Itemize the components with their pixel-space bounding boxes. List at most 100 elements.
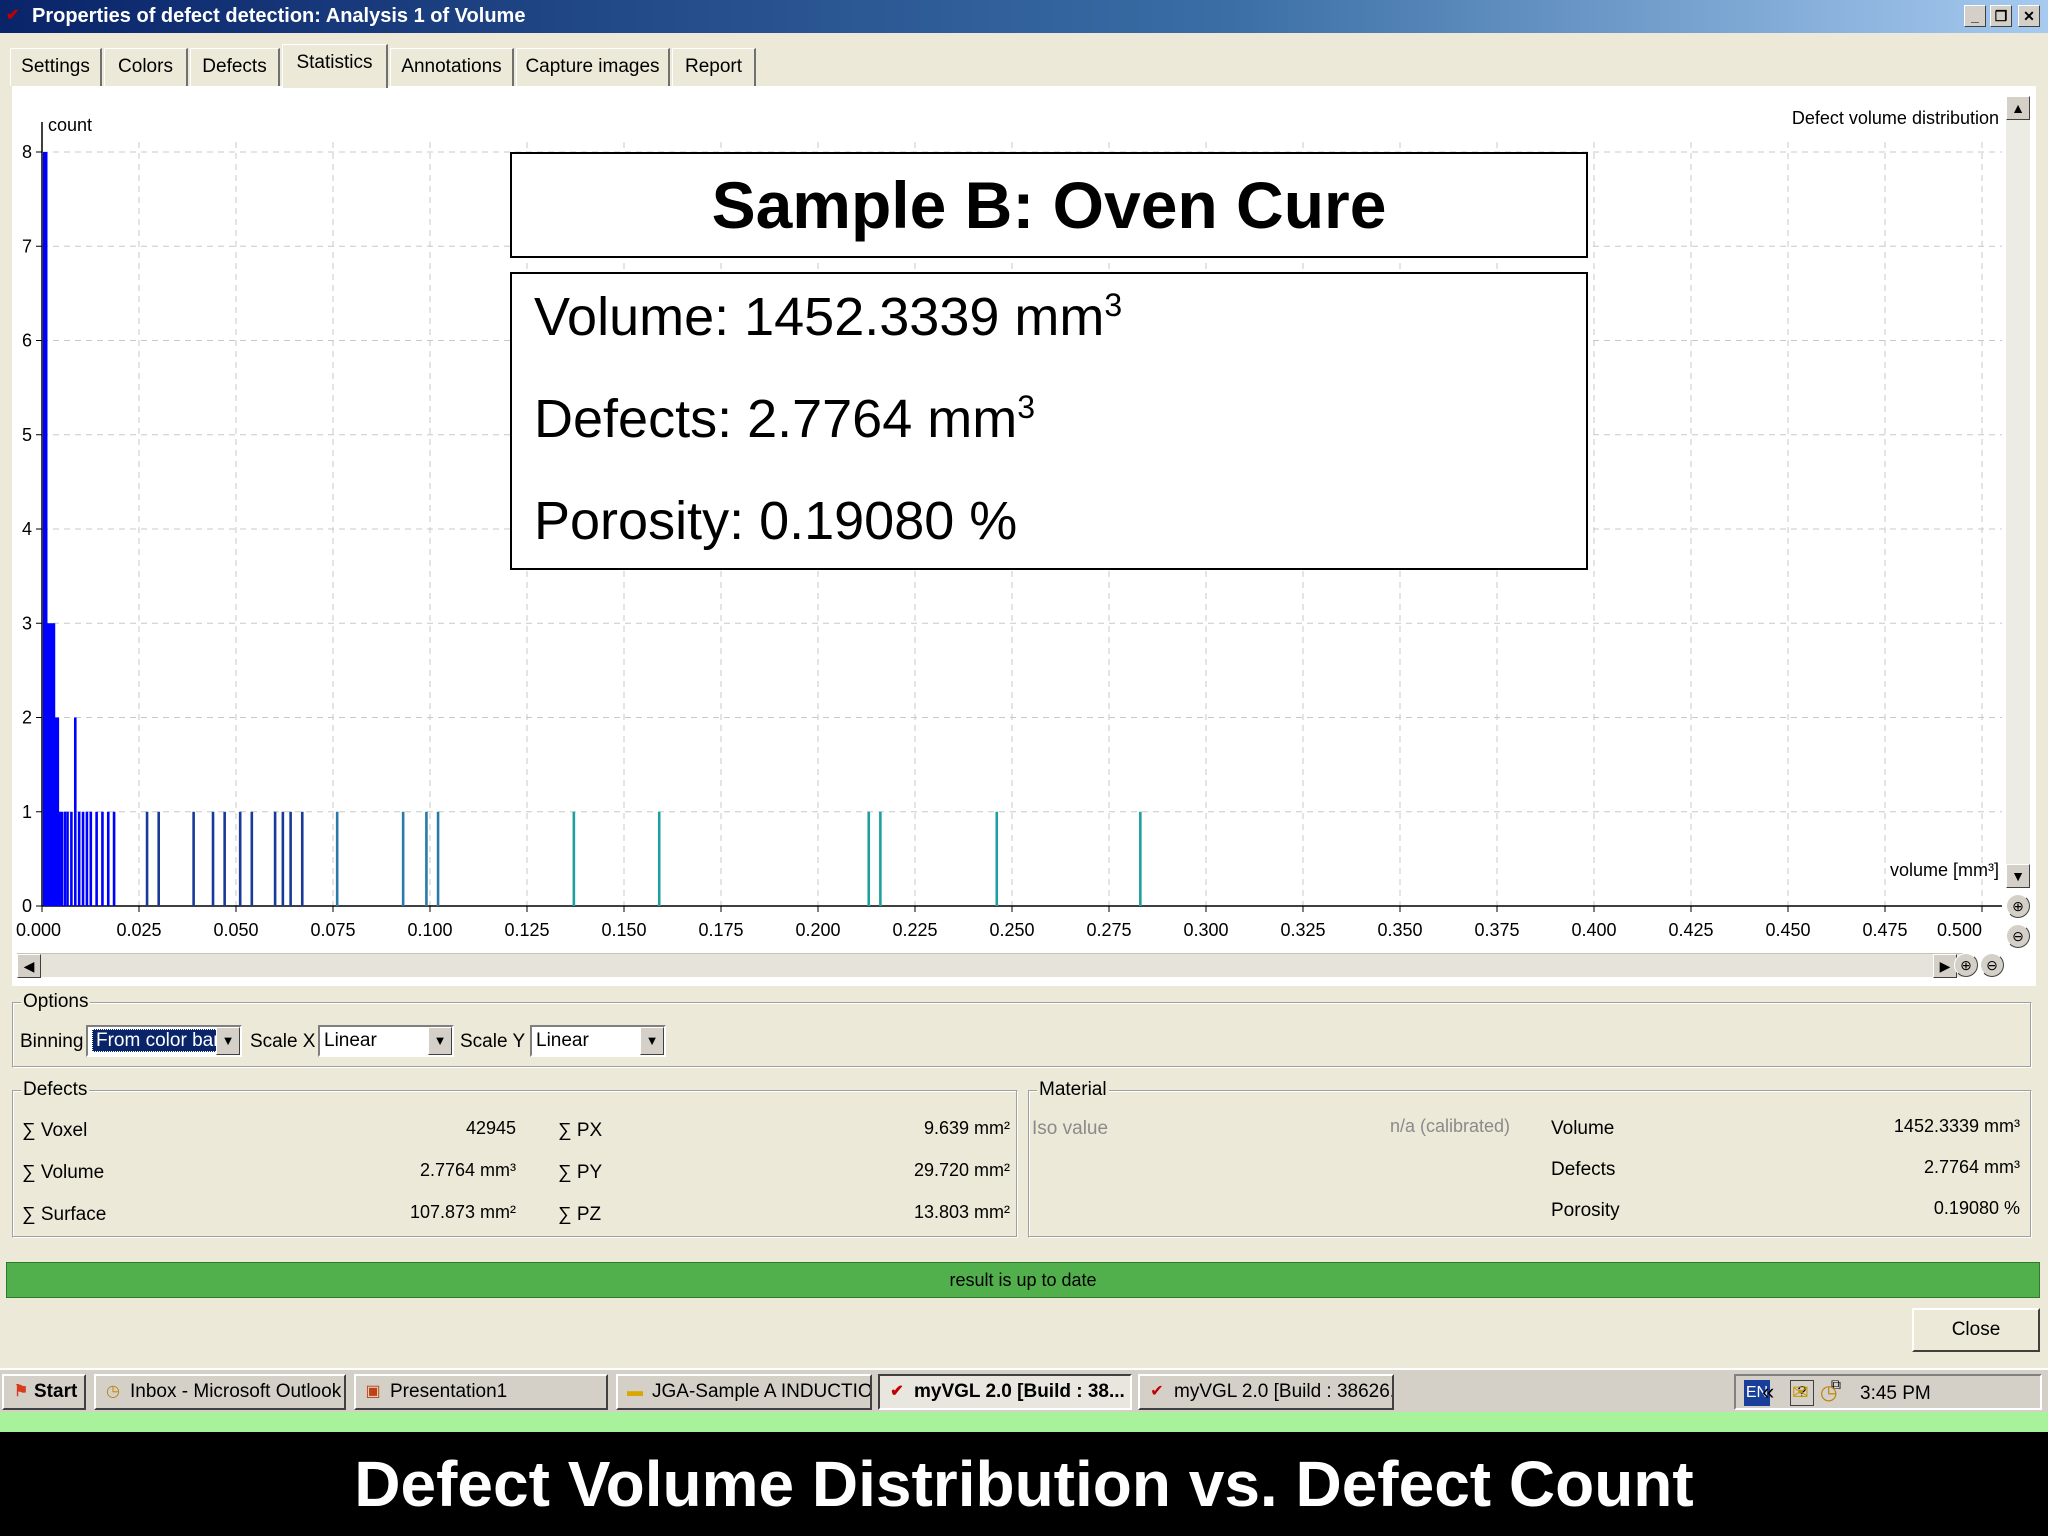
scale-x-value: Linear	[324, 1030, 377, 1051]
x-tick-label: 0.425	[1668, 920, 1713, 940]
zoom-in-y-icon[interactable]: ⊕	[2006, 894, 2030, 918]
x-tick-label: 0.300	[1183, 920, 1228, 940]
defects-pz-label: ∑ PZ	[558, 1204, 602, 1225]
tab-report[interactable]: Report	[672, 48, 756, 86]
scale-x-select[interactable]: Linear ▼	[318, 1025, 454, 1057]
myvgl-app-icon: ✔	[6, 7, 20, 24]
chevron-down-icon[interactable]: ▼	[216, 1027, 240, 1055]
material-porosity-label: Porosity	[1551, 1200, 1620, 1221]
material-defects-label: Defects	[1551, 1159, 1616, 1180]
histogram-bar	[211, 811, 215, 906]
tab-defects[interactable]: Defects	[190, 48, 280, 86]
histogram-bar	[70, 811, 73, 906]
histogram-bar	[867, 811, 871, 906]
powerpoint-icon: ▣	[365, 1383, 381, 1400]
histogram-bar	[192, 811, 195, 906]
histogram-bar	[281, 811, 285, 906]
clock-time[interactable]: 3:45 PM	[1860, 1380, 1931, 1408]
histogram-bar	[157, 811, 160, 906]
histogram-bar	[250, 811, 254, 906]
x-tick-label: 0.125	[504, 920, 549, 940]
zoom-in-x-icon[interactable]: ⊕	[1954, 953, 1978, 977]
y-tick-label: 7	[22, 236, 32, 256]
y-tick-label: 3	[22, 613, 32, 633]
taskbar-item-presentation[interactable]: ▣ Presentation1	[354, 1374, 608, 1410]
tab-statistics[interactable]: Statistics	[282, 44, 388, 88]
myvgl-icon: ✔	[1150, 1383, 1164, 1400]
x-tick-label: 0.100	[407, 920, 452, 940]
slide-caption: Defect Volume Distribution vs. Defect Co…	[0, 1432, 2048, 1536]
binning-value: From color bar	[92, 1029, 224, 1052]
scroll-left-button[interactable]: ◀	[17, 954, 41, 978]
taskbar: ⚑ Start ◷ Inbox - Microsoft Outlook ▣ Pr…	[0, 1368, 2048, 1412]
tab-capture-images[interactable]: Capture images	[516, 48, 670, 86]
x-tick-label: 0.400	[1571, 920, 1616, 940]
taskbar-item-myvgl[interactable]: ✔ myVGL 2.0 [Build : 38626...	[1138, 1374, 1394, 1410]
minimize-button[interactable]: _	[1964, 5, 1986, 27]
mail-icon[interactable]: ✉	[1792, 1380, 1809, 1406]
x-tick-label: 0.150	[601, 920, 646, 940]
histogram-bar	[63, 811, 67, 906]
y-tick-label: 1	[22, 802, 32, 822]
tab-settings[interactable]: Settings	[10, 48, 102, 86]
histogram-bar	[572, 811, 576, 906]
histogram-bar	[995, 811, 999, 906]
zoom-out-x-icon[interactable]: ⊖	[1980, 953, 2004, 977]
x-tick-label: 0.275	[1086, 920, 1131, 940]
histogram-bar	[60, 811, 63, 906]
x-tick-label: 0.050	[213, 920, 258, 940]
histogram-bar	[335, 811, 339, 906]
y-tick-label: 0	[22, 896, 32, 916]
histogram-bar	[223, 811, 226, 906]
scroll-down-button[interactable]: ▼	[2006, 864, 2030, 888]
close-window-button[interactable]: ✕	[2018, 5, 2040, 27]
taskbar-item-myvgl-active[interactable]: ✔ myVGL 2.0 [Build : 38...	[878, 1374, 1132, 1410]
chevron-left-icon[interactable]: «	[1762, 1378, 1774, 1406]
material-legend: Material	[1037, 1079, 1109, 1101]
scale-y-select[interactable]: Linear ▼	[530, 1025, 666, 1057]
folder-icon: ▬	[627, 1383, 643, 1400]
defects-voxel-label: ∑ Voxel	[22, 1120, 88, 1141]
defects-py-label: ∑ PY	[558, 1162, 603, 1183]
clock-icon[interactable]: ◷	[1820, 1380, 1837, 1406]
y-tick-label: 8	[22, 142, 32, 162]
slide-separator	[0, 1412, 2048, 1432]
x-tick-label: 0.450	[1765, 920, 1810, 940]
title-bar[interactable]: ✔ Properties of defect detection: Analys…	[0, 0, 2048, 33]
defects-pz-value: 13.803 mm²	[913, 1202, 1010, 1222]
defects-py-value: 29.720 mm²	[913, 1160, 1010, 1180]
chart-horizontal-scrollbar[interactable]: ◀ ▶	[17, 953, 1963, 978]
x-tick-label: 0.200	[795, 920, 840, 940]
tab-annotations[interactable]: Annotations	[390, 48, 514, 86]
histogram-bar	[89, 811, 93, 906]
tab-colors[interactable]: Colors	[104, 48, 188, 86]
y-axis-label: count	[48, 115, 92, 135]
restore-button[interactable]: ❐	[1990, 5, 2012, 27]
zoom-out-y-icon[interactable]: ⊖	[2006, 924, 2030, 948]
histogram-bar	[77, 811, 81, 906]
chevron-down-icon[interactable]: ▼	[640, 1027, 664, 1055]
scale-y-label: Scale Y	[460, 1031, 526, 1052]
histogram-bar	[1139, 811, 1142, 906]
chart-vertical-scrollbar[interactable]: ▲ ▼	[2006, 96, 2030, 888]
taskbar-item-folder[interactable]: ▬ JGA-Sample A INDUCTIO...	[616, 1374, 872, 1410]
y-tick-label: 2	[22, 708, 32, 728]
material-volume-label: Volume	[1551, 1118, 1615, 1139]
close-button[interactable]: Close	[1912, 1308, 2040, 1352]
scroll-up-button[interactable]: ▲	[2006, 96, 2030, 120]
x-tick-label: 0.025	[116, 920, 161, 940]
histogram-bar	[401, 811, 405, 906]
histogram-bar	[436, 811, 440, 906]
metric-porosity: Porosity: 0.19080 %	[534, 491, 1018, 551]
binning-select[interactable]: From color bar ▼	[86, 1025, 242, 1057]
x-tick-label: 0.350	[1377, 920, 1422, 940]
start-button[interactable]: ⚑ Start	[2, 1374, 86, 1410]
taskbar-item-outlook[interactable]: ◷ Inbox - Microsoft Outlook	[94, 1374, 346, 1410]
chevron-down-icon[interactable]: ▼	[428, 1027, 452, 1055]
defects-voxel-value: 42945	[465, 1118, 516, 1138]
metric-defects: Defects: 2.7764 mm3	[534, 389, 1036, 449]
defects-px-label: ∑ PX	[558, 1120, 603, 1141]
histogram-bar	[300, 811, 304, 906]
histogram-bar	[289, 811, 292, 906]
material-volume-value: 1452.3339 mm³	[1893, 1116, 2020, 1136]
